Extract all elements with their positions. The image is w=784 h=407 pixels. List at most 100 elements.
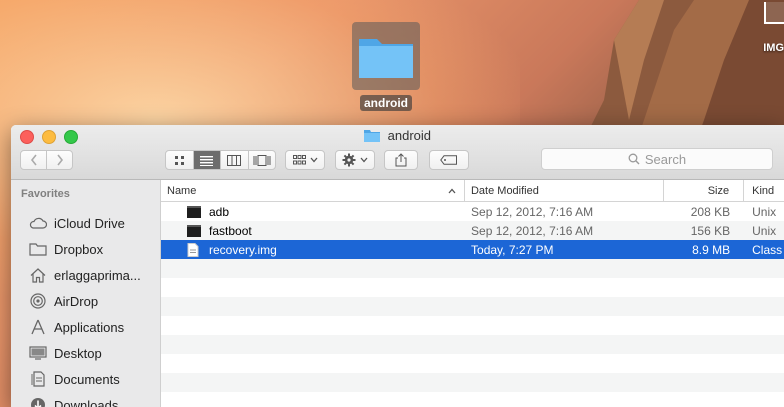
empty-row xyxy=(161,354,784,373)
sidebar-item-desktop[interactable]: Desktop xyxy=(11,340,160,366)
file-name: fastboot xyxy=(209,223,252,238)
terminal-icon xyxy=(187,205,201,219)
column-size[interactable]: Size xyxy=(664,180,745,201)
view-switcher xyxy=(165,150,276,170)
column-kind[interactable]: Kind xyxy=(744,180,784,201)
search-icon xyxy=(628,153,640,165)
share-icon xyxy=(395,153,407,167)
chevron-right-icon xyxy=(56,154,63,166)
desktop-file-peek[interactable]: IMG xyxy=(762,0,784,60)
column-name-label: Name xyxy=(167,184,197,197)
chevron-down-icon xyxy=(360,157,368,163)
column-kind-label: Kind xyxy=(752,184,775,197)
sidebar-item-label: Downloads xyxy=(54,397,119,407)
sidebar-item-label: Dropbox xyxy=(54,241,104,257)
arrange-button[interactable] xyxy=(285,150,325,170)
tags-button[interactable] xyxy=(429,150,469,170)
cloud-icon xyxy=(28,214,48,232)
file-kind: Unix xyxy=(752,204,777,219)
table-row-selected[interactable]: recovery.img Today, 7:27 PM 8.9 MB Class xyxy=(161,240,784,259)
column-name[interactable]: Name xyxy=(161,180,465,201)
titlebar: android Search xyxy=(11,125,784,180)
sidebar-item-applications[interactable]: Applications xyxy=(11,314,160,340)
airdrop-icon xyxy=(28,292,48,310)
list-view-button[interactable] xyxy=(193,151,221,169)
empty-row xyxy=(161,259,784,278)
column-date-modified[interactable]: Date Modified xyxy=(465,180,665,201)
sidebar-item-icloud-drive[interactable]: iCloud Drive xyxy=(11,210,160,236)
applications-icon xyxy=(28,318,48,336)
gear-icon xyxy=(342,153,356,167)
tag-icon xyxy=(440,155,457,165)
table-row[interactable]: fastboot Sep 12, 2012, 7:16 AM 156 KB Un… xyxy=(161,221,784,240)
coverflow-icon xyxy=(253,154,271,166)
forward-button[interactable] xyxy=(47,151,72,169)
column-headers: Name Date Modified Size Kind xyxy=(161,180,784,202)
file-date: Today, 7:27 PM xyxy=(471,242,554,257)
sidebar: Favorites iCloud Drive Dropbox erlaggapr… xyxy=(11,180,161,407)
file-name: recovery.img xyxy=(209,242,277,257)
chevron-left-icon xyxy=(30,154,37,166)
sidebar-item-airdrop[interactable]: AirDrop xyxy=(11,288,160,314)
empty-row xyxy=(161,278,784,297)
sort-ascending-icon xyxy=(448,188,456,193)
columns-icon xyxy=(227,154,242,166)
sidebar-section-favorites: Favorites xyxy=(21,188,70,200)
home-icon xyxy=(28,266,48,284)
sidebar-item-label: AirDrop xyxy=(54,293,99,309)
action-button[interactable] xyxy=(335,150,375,170)
desktop-folder-android[interactable]: android xyxy=(351,22,421,112)
file-size: 208 KB xyxy=(690,204,731,219)
search-placeholder: Search xyxy=(644,151,687,167)
share-button[interactable] xyxy=(384,150,418,170)
document-icon xyxy=(187,242,201,257)
icon-view-button[interactable] xyxy=(166,151,194,169)
sidebar-item-label: Desktop xyxy=(54,345,102,361)
desktop-file-label: IMG xyxy=(763,42,784,54)
nav-buttons xyxy=(20,150,73,170)
list-icon xyxy=(200,155,214,166)
chevron-down-icon xyxy=(310,157,317,163)
grid-icon xyxy=(174,155,184,165)
file-rows: adb Sep 12, 2012, 7:16 AM 208 KB Unix fa… xyxy=(161,202,784,392)
file-name: adb xyxy=(209,204,230,219)
documents-icon xyxy=(28,370,48,388)
column-size-label: Size xyxy=(707,184,730,197)
folder-icon xyxy=(359,39,413,78)
empty-row xyxy=(161,373,784,392)
file-size: 156 KB xyxy=(690,223,731,238)
downloads-icon xyxy=(28,396,48,407)
sidebar-item-label: Documents xyxy=(54,371,120,387)
column-view-button[interactable] xyxy=(221,151,249,169)
empty-row xyxy=(161,335,784,354)
sidebar-item-home[interactable]: erlaggaprima... xyxy=(11,262,160,288)
sidebar-item-documents[interactable]: Documents xyxy=(11,366,160,392)
sidebar-item-label: erlaggaprima... xyxy=(54,267,141,283)
folder-icon xyxy=(364,130,380,142)
coverflow-view-button[interactable] xyxy=(249,151,276,169)
file-list: Name Date Modified Size Kind adb Sep 12,… xyxy=(161,180,784,407)
sidebar-item-dropbox[interactable]: Dropbox xyxy=(11,236,160,262)
search-input[interactable]: Search xyxy=(541,148,773,170)
empty-row xyxy=(161,297,784,316)
table-row[interactable]: adb Sep 12, 2012, 7:16 AM 208 KB Unix xyxy=(161,202,784,221)
back-button[interactable] xyxy=(21,151,47,169)
folder-icon xyxy=(28,240,48,258)
desktop-icon xyxy=(28,344,48,362)
desktop-folder-label: android xyxy=(360,95,412,111)
sidebar-item-downloads[interactable]: Downloads xyxy=(11,392,160,407)
sidebar-item-label: Applications xyxy=(54,319,125,335)
empty-row xyxy=(161,316,784,335)
file-icon xyxy=(764,2,784,24)
sidebar-item-label: iCloud Drive xyxy=(54,215,125,231)
terminal-icon xyxy=(187,224,201,238)
file-size: 8.9 MB xyxy=(692,242,731,257)
file-date: Sep 12, 2012, 7:16 AM xyxy=(471,204,594,219)
arrange-grid-icon xyxy=(292,155,306,165)
window-title: android xyxy=(11,128,784,143)
window-title-text: android xyxy=(387,128,431,143)
column-date-label: Date Modified xyxy=(470,184,539,197)
file-date: Sep 12, 2012, 7:16 AM xyxy=(471,223,594,238)
file-kind: Class xyxy=(752,242,783,257)
file-kind: Unix xyxy=(752,223,777,238)
